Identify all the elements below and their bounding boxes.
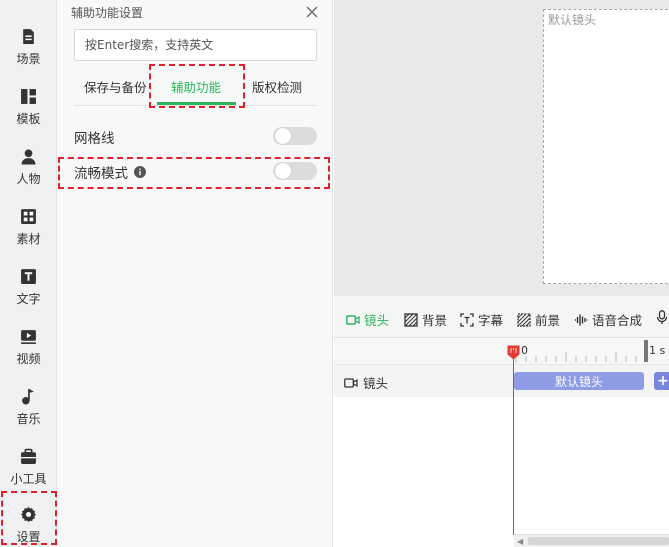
sidebar-item-template[interactable]: 模板 <box>0 86 57 142</box>
sidebar: 场景 模板 人物 素材 文字 视频 音乐 小工具 设置 <box>0 0 57 547</box>
ruler-start-label: 0 <box>521 344 528 357</box>
sidebar-item-scene[interactable]: 场景 <box>0 26 57 82</box>
panel-title: 辅助功能设置 <box>71 6 144 20</box>
sidebar-item-label: 音乐 <box>16 412 41 426</box>
sidebar-item-label: 素材 <box>16 232 41 246</box>
stage-label: 默认镜头 <box>548 13 597 27</box>
tabs-divider <box>74 105 317 106</box>
camera-icon <box>346 314 360 325</box>
tab-copyright[interactable]: 版权检测 <box>252 77 302 96</box>
template-icon <box>21 89 36 104</box>
tool-camera[interactable]: 镜头 <box>346 310 389 329</box>
tab-save-backup[interactable]: 保存与备份 <box>84 77 147 96</box>
app-window: 场景 模板 人物 素材 文字 视频 音乐 小工具 设置 辅助功能设置 按Ente… <box>0 0 669 547</box>
track-label-text: 镜头 <box>363 376 389 391</box>
stage-canvas[interactable]: 默认镜头 <box>543 9 669 284</box>
close-icon[interactable] <box>305 5 319 19</box>
ruler-second-label: 1 s <box>649 344 666 357</box>
playhead-line <box>513 350 514 535</box>
tool-label: 前景 <box>535 313 561 328</box>
scroll-left-arrow-icon[interactable]: ◀ <box>517 537 523 546</box>
option-smooth-label: 流畅模式 <box>74 162 146 182</box>
gear-icon <box>20 506 37 523</box>
sidebar-item-label: 小工具 <box>10 472 47 486</box>
horizontal-scrollbar[interactable]: ◀ <box>514 534 669 547</box>
camera-outline-icon <box>344 377 358 388</box>
grid-toggle[interactable] <box>273 127 317 145</box>
toggle-knob <box>275 128 291 144</box>
toolbox-icon <box>21 448 36 464</box>
scrollbar-thumb[interactable] <box>528 537 669 545</box>
tool-background[interactable]: 背景 <box>404 310 447 329</box>
scene-icon <box>23 29 34 44</box>
search-input[interactable] <box>74 29 317 61</box>
sidebar-item-person[interactable]: 人物 <box>0 146 57 202</box>
info-icon[interactable] <box>134 166 146 178</box>
camera-track: 镜头 默认镜头 + <box>334 365 669 397</box>
tool-label: 字幕 <box>478 313 504 328</box>
foreground-icon <box>517 312 531 327</box>
waveform-icon <box>575 314 588 325</box>
settings-panel: 辅助功能设置 保存与备份 辅助功能 版权检测 网格线 流畅模式 <box>57 0 333 547</box>
sidebar-item-label: 模板 <box>16 112 41 126</box>
clip-default-shot[interactable]: 默认镜头 <box>514 372 644 390</box>
sidebar-item-toolbox[interactable]: 小工具 <box>0 446 57 502</box>
tool-subtitle[interactable]: 字幕 <box>460 310 503 329</box>
sidebar-item-music[interactable]: 音乐 <box>0 386 57 442</box>
background-icon <box>404 312 418 327</box>
canvas-area: 默认镜头 <box>334 0 669 296</box>
tool-foreground[interactable]: 前景 <box>517 310 560 329</box>
sidebar-item-label: 场景 <box>16 52 41 66</box>
tool-label: 镜头 <box>364 313 390 328</box>
microphone-icon[interactable] <box>656 310 668 324</box>
subtitle-icon <box>460 312 474 327</box>
material-icon <box>21 209 36 224</box>
video-icon <box>21 330 36 344</box>
smooth-mode-toggle[interactable] <box>273 162 317 180</box>
music-icon <box>22 389 34 405</box>
tool-label: 背景 <box>422 313 448 328</box>
ruler-second-marker <box>644 340 648 362</box>
toggle-knob <box>275 163 291 179</box>
sidebar-item-text[interactable]: 文字 <box>0 266 57 322</box>
text-icon <box>21 269 36 284</box>
option-smooth-text: 流畅模式 <box>74 166 128 182</box>
sidebar-item-settings[interactable]: 设置 <box>0 504 57 547</box>
person-icon <box>21 149 36 165</box>
tool-label: 语音合成 <box>592 313 643 328</box>
add-clip-button[interactable]: + <box>654 372 669 390</box>
option-grid-text: 网格线 <box>74 131 115 147</box>
sidebar-item-label: 视频 <box>16 352 41 366</box>
sidebar-item-material[interactable]: 素材 <box>0 206 57 262</box>
sidebar-item-video[interactable]: 视频 <box>0 326 57 382</box>
timeline-toolbar: 镜头 背景 字幕 前景 语音合成 <box>334 296 669 338</box>
track-label: 镜头 <box>344 373 388 392</box>
tool-tts[interactable]: 语音合成 <box>574 310 642 329</box>
sidebar-item-label: 人物 <box>16 172 41 186</box>
timeline: 镜头 背景 字幕 前景 语音合成 0 1 s 镜头 默认镜头 + ◀ <box>334 296 669 547</box>
sidebar-item-label: 设置 <box>16 530 41 544</box>
tab-assist[interactable]: 辅助功能 <box>171 77 221 96</box>
option-grid-label: 网格线 <box>74 127 115 147</box>
sidebar-item-label: 文字 <box>16 292 41 306</box>
time-ruler[interactable] <box>334 338 669 365</box>
